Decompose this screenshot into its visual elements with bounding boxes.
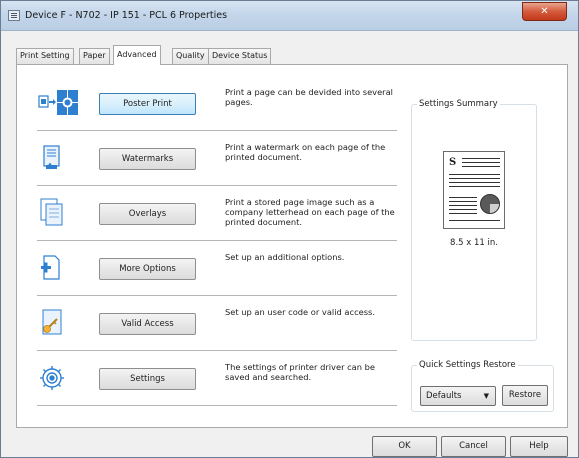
more-options-button[interactable]: More Options bbox=[99, 258, 196, 280]
close-button[interactable]: ✕ bbox=[522, 2, 567, 21]
tab-advanced[interactable]: Advanced bbox=[113, 45, 161, 65]
more-options-icon bbox=[37, 253, 81, 283]
overlays-button[interactable]: Overlays bbox=[99, 203, 196, 225]
poster-print-icon bbox=[37, 88, 81, 118]
tab-quality[interactable]: Quality bbox=[172, 48, 209, 64]
overlays-icon bbox=[37, 198, 81, 228]
quick-settings-restore-legend: Quick Settings Restore bbox=[417, 360, 518, 370]
settings-summary-legend: Settings Summary bbox=[417, 99, 500, 109]
properties-dialog: Device F - N702 - IP 151 - PCL 6 Propert… bbox=[0, 0, 579, 458]
settings-row: Settings The settings of printer driver … bbox=[37, 351, 397, 406]
defaults-dropdown-value: Defaults bbox=[426, 391, 462, 401]
cancel-button[interactable]: Cancel bbox=[441, 436, 506, 457]
printer-properties-icon bbox=[8, 10, 20, 21]
dialog-body: Print Setting Paper Advanced Quality Dev… bbox=[7, 31, 573, 457]
tab-paper[interactable]: Paper bbox=[79, 48, 110, 64]
key-icon bbox=[37, 308, 81, 338]
tab-device-status[interactable]: Device Status bbox=[208, 48, 272, 64]
watermarks-icon bbox=[37, 143, 81, 173]
tab-print-setting[interactable]: Print Setting bbox=[16, 48, 74, 64]
more-options-description: Set up an additional options. bbox=[225, 252, 345, 262]
chevron-down-icon: ▼ bbox=[483, 392, 489, 400]
valid-access-description: Set up an user code or valid access. bbox=[225, 307, 376, 317]
settings-button[interactable]: Settings bbox=[99, 368, 196, 390]
title-bar[interactable]: Device F - N702 - IP 151 - PCL 6 Propert… bbox=[1, 1, 578, 31]
watermarks-row: Watermarks Print a watermark on each pag… bbox=[37, 131, 397, 186]
page-preview-letter: S bbox=[449, 157, 457, 168]
settings-description: The settings of printer driver can be sa… bbox=[225, 362, 376, 382]
ok-button[interactable]: OK bbox=[372, 436, 437, 457]
overlays-row: Overlays Print a stored page image such … bbox=[37, 186, 397, 241]
poster-print-description: Print a page can be devided into several… bbox=[225, 87, 393, 107]
help-button[interactable]: Help bbox=[510, 436, 568, 457]
window-title: Device F - N702 - IP 151 - PCL 6 Propert… bbox=[25, 10, 228, 21]
advanced-tab-panel: Poster Print Print a page can be devided… bbox=[16, 64, 568, 428]
overlays-description: Print a stored page image such as a comp… bbox=[225, 197, 395, 227]
more-options-row: More Options Set up an additional option… bbox=[37, 241, 397, 296]
valid-access-row: Valid Access Set up an user code or vali… bbox=[37, 296, 397, 351]
valid-access-button[interactable]: Valid Access bbox=[99, 313, 196, 335]
poster-print-row: Poster Print Print a page can be devided… bbox=[37, 76, 397, 131]
restore-button[interactable]: Restore bbox=[502, 385, 548, 406]
watermarks-button[interactable]: Watermarks bbox=[99, 148, 196, 170]
settings-summary-group: Settings Summary S 8.5 x 11 in. bbox=[411, 99, 537, 341]
watermarks-description: Print a watermark on each page of the pr… bbox=[225, 142, 386, 162]
poster-print-button[interactable]: Poster Print bbox=[99, 93, 196, 115]
gear-icon bbox=[37, 363, 81, 393]
quick-settings-restore-group: Quick Settings Restore Defaults ▼ Restor… bbox=[411, 360, 554, 412]
paper-size-label: 8.5 x 11 in. bbox=[450, 238, 498, 248]
page-preview-icon: S bbox=[443, 151, 505, 229]
defaults-dropdown[interactable]: Defaults ▼ bbox=[420, 386, 496, 406]
